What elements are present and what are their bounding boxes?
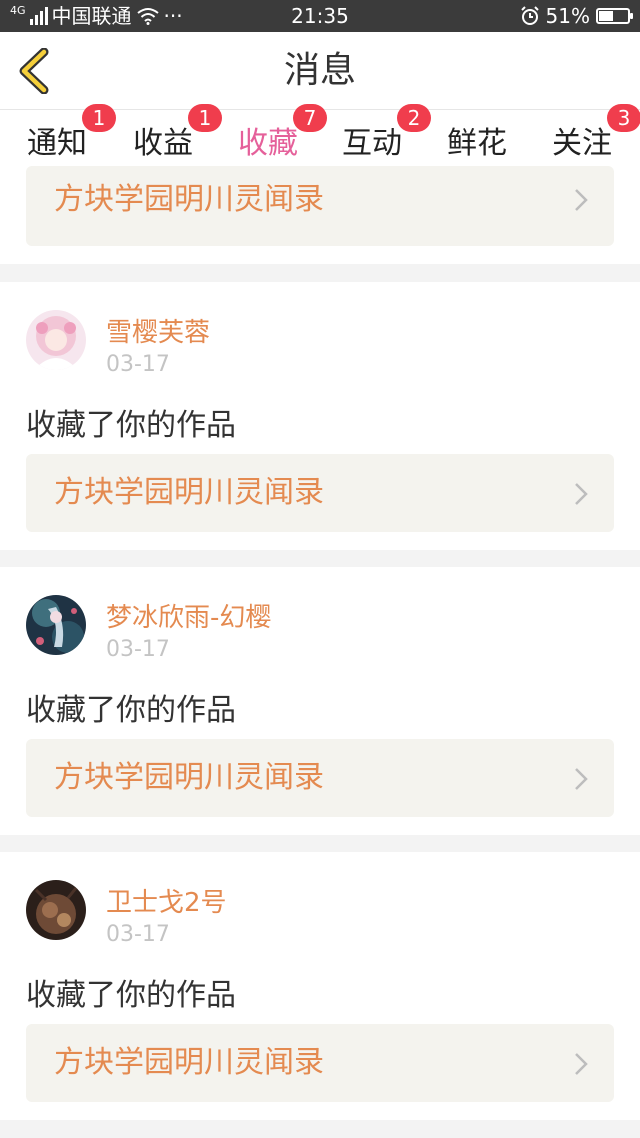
work-link[interactable]: 方块学园明川灵闻录 bbox=[26, 454, 614, 532]
battery-icon bbox=[596, 8, 633, 24]
chevron-right-icon bbox=[575, 189, 588, 211]
work-link[interactable]: 方块学园明川灵闻录 bbox=[26, 166, 614, 246]
work-title: 方块学园明川灵闻录 bbox=[54, 182, 324, 217]
message-date: 03-17 bbox=[106, 352, 170, 377]
tab-badge: 3 bbox=[607, 104, 640, 132]
message-text: 收藏了你的作品 bbox=[26, 978, 236, 1013]
message-date: 03-17 bbox=[106, 922, 170, 947]
page-title: 消息 bbox=[283, 50, 356, 91]
work-title: 方块学园明川灵闻录 bbox=[54, 475, 324, 510]
status-bar: 4G 中国联通 ··· 21:35 51% bbox=[0, 0, 640, 32]
battery-percent: 51% bbox=[545, 4, 590, 28]
work-title: 方块学园明川灵闻录 bbox=[54, 760, 324, 795]
work-link[interactable]: 方块学园明川灵闻录 bbox=[26, 1024, 614, 1102]
username[interactable]: 梦冰欣雨-幻樱 bbox=[106, 597, 271, 634]
app-header: 消息 bbox=[0, 32, 640, 110]
message-card: 雪樱芙蓉 03-17 收藏了你的作品 方块学园明川灵闻录 bbox=[0, 282, 640, 550]
message-date: 03-17 bbox=[106, 637, 170, 662]
avatar[interactable] bbox=[26, 880, 86, 940]
avatar[interactable] bbox=[26, 310, 86, 370]
back-button[interactable] bbox=[14, 47, 58, 95]
message-card-partial: 方块学园明川灵闻录 bbox=[0, 166, 640, 264]
message-text: 收藏了你的作品 bbox=[26, 408, 236, 443]
username[interactable]: 雪樱芙蓉 bbox=[106, 312, 210, 349]
avatar[interactable] bbox=[26, 595, 86, 655]
username[interactable]: 卫士戈2号 bbox=[106, 882, 227, 919]
chevron-left-icon bbox=[19, 47, 49, 95]
work-link[interactable]: 方块学园明川灵闻录 bbox=[26, 739, 614, 817]
alarm-icon bbox=[520, 6, 539, 25]
battery-fill bbox=[599, 11, 614, 21]
message-card: 卫士戈2号 03-17 收藏了你的作品 方块学园明川灵闻录 bbox=[0, 852, 640, 1120]
chevron-right-icon bbox=[575, 768, 588, 790]
chevron-right-icon bbox=[575, 483, 588, 505]
message-card: 梦冰欣雨-幻樱 03-17 收藏了你的作品 方块学园明川灵闻录 bbox=[0, 567, 640, 835]
message-text: 收藏了你的作品 bbox=[26, 693, 236, 728]
work-title: 方块学园明川灵闻录 bbox=[54, 1045, 324, 1080]
chevron-right-icon bbox=[575, 1053, 588, 1075]
